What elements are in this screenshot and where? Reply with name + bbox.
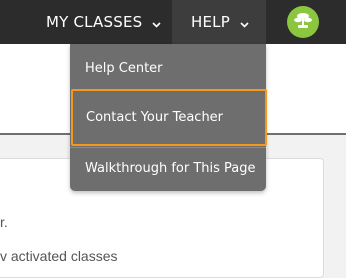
- nav-help-label: HELP: [191, 13, 230, 31]
- chevron-down-icon: [240, 14, 249, 32]
- help-dropdown-menu: Help Center Contact Your Teacher Walkthr…: [70, 44, 267, 191]
- menu-item-label: Contact Your Teacher: [86, 110, 224, 125]
- menu-item-label: Walkthrough for This Page: [85, 160, 256, 176]
- nav-my-classes-menu[interactable]: MY CLASSES: [32, 0, 172, 44]
- nav-my-classes-label: MY CLASSES: [46, 13, 143, 31]
- menu-divider: [70, 147, 266, 148]
- nav-help-menu[interactable]: HELP: [172, 0, 266, 44]
- menu-item-help-center[interactable]: Help Center: [70, 50, 266, 86]
- chevron-down-icon: [152, 14, 161, 32]
- menu-item-contact-your-teacher[interactable]: Contact Your Teacher: [71, 89, 267, 146]
- user-avatar[interactable]: [287, 6, 319, 38]
- card-text-line: r.: [0, 214, 8, 230]
- menu-item-label: Help Center: [85, 60, 163, 76]
- card-text-line: v activated classes: [0, 248, 118, 264]
- bonsai-tree-icon: [293, 10, 313, 35]
- top-navigation-bar: MY CLASSES HELP: [0, 0, 346, 44]
- menu-item-walkthrough[interactable]: Walkthrough for This Page: [70, 150, 266, 186]
